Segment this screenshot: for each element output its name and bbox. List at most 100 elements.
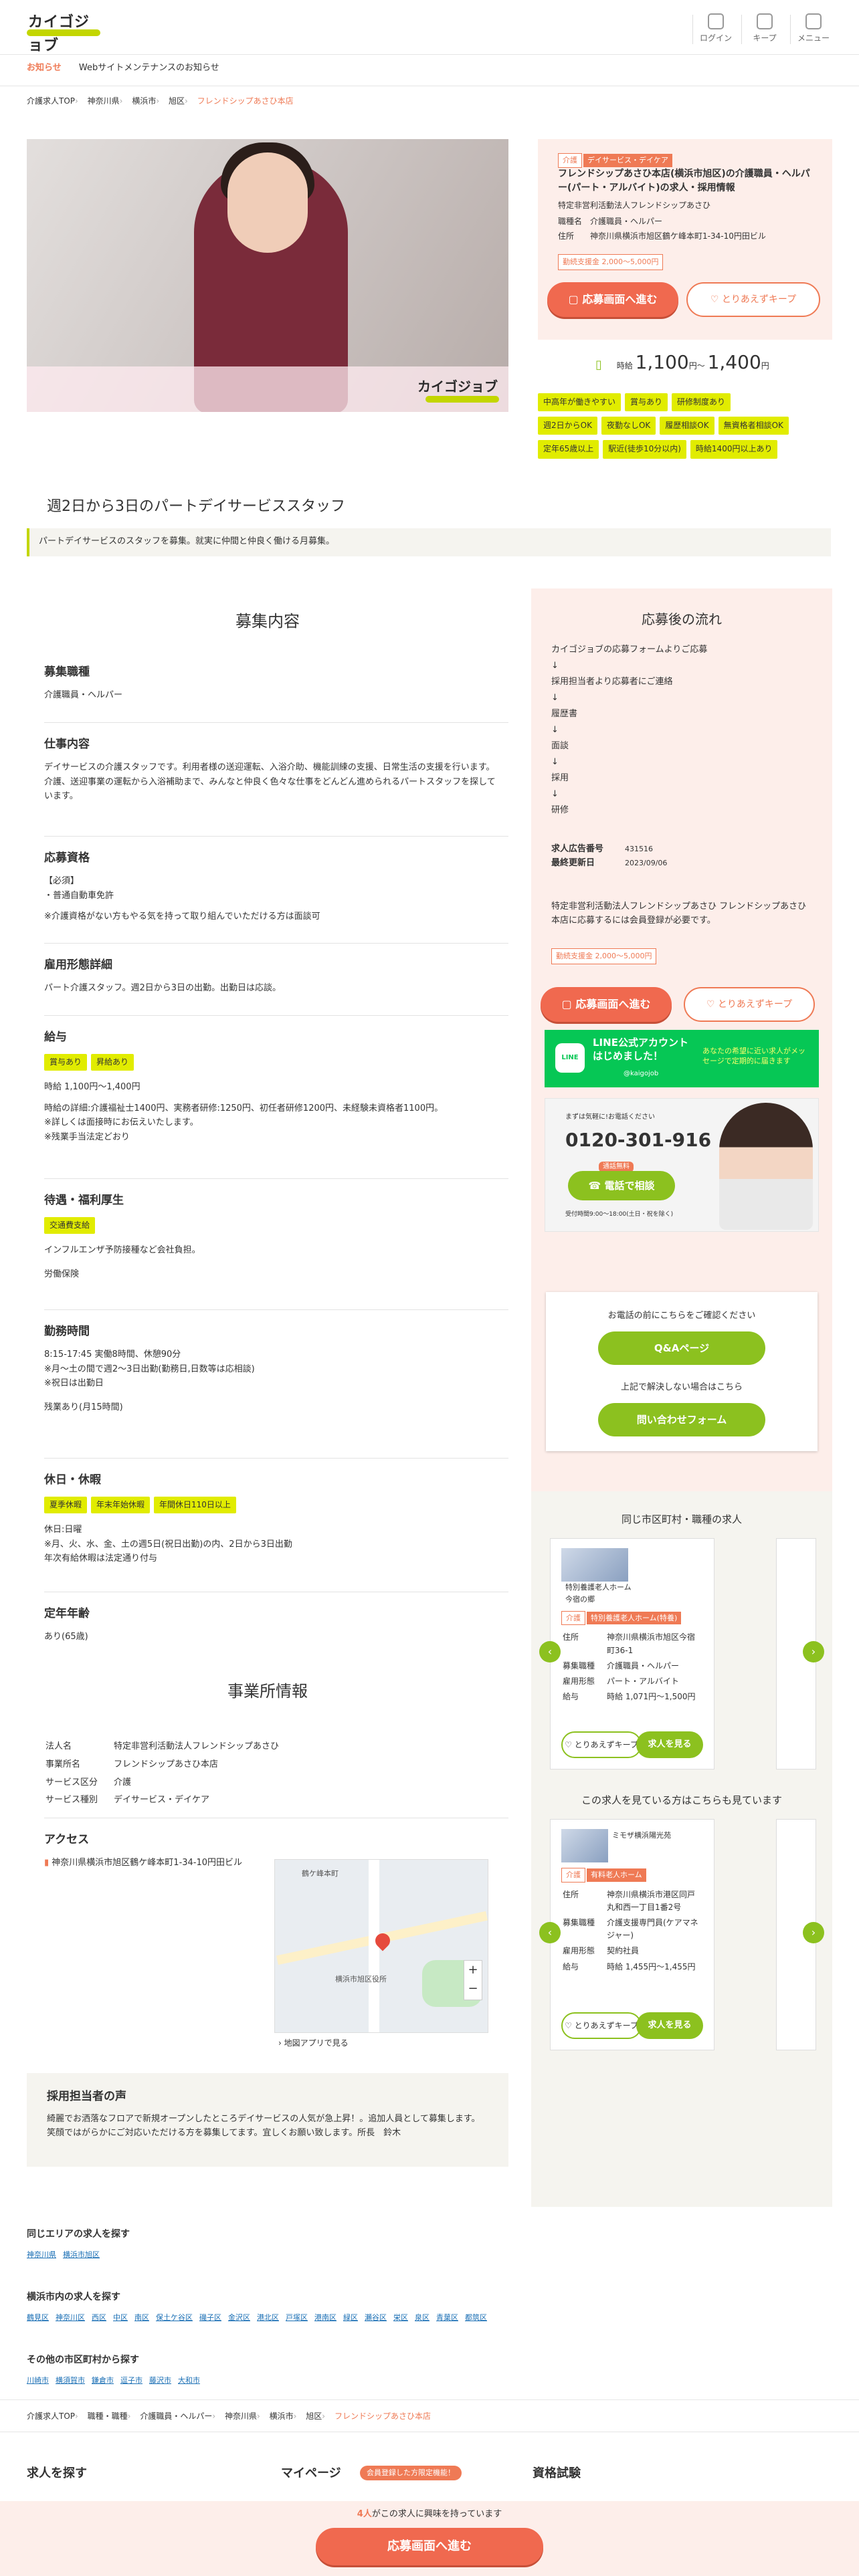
city-link[interactable]: 栄区 xyxy=(393,2313,408,2322)
city-link[interactable]: 港南区 xyxy=(314,2313,337,2322)
holiday-tag: 年間休日110日以上 xyxy=(154,1497,236,1514)
keep-job-button[interactable]: ♡ とりあえずキープ xyxy=(686,282,820,317)
city-link[interactable]: 南区 xyxy=(134,2313,149,2322)
city-link[interactable]: 神奈川区 xyxy=(56,2313,85,2322)
site-header: カイゴジョブ ログイン キープ メニュー xyxy=(0,0,859,55)
similar-job-card[interactable]: 特別養護老人ホーム 今宿の郷 介護 特別養護老人ホーム(特養) 住所 神奈川県横浜市… xyxy=(550,1538,714,1769)
crumb-current: フレンドシップあさひ本店 xyxy=(197,96,294,106)
right-column: 応募後の流れ カイゴジョブの応募フォームよりご応募 ↓ 採用担当者より応募者にご連絡… xyxy=(531,588,832,2207)
city-link[interactable]: 中区 xyxy=(113,2313,128,2322)
apply-button-2[interactable]: ▢ 応募画面へ進む xyxy=(541,987,672,1022)
card-keep-button[interactable]: ♡ とりあえずキープ xyxy=(561,2012,642,2039)
section-heading: 応募資格 xyxy=(44,851,90,865)
feature-tag: 夜勤なしOK xyxy=(601,417,656,435)
login-button[interactable]: ログイン xyxy=(692,13,739,45)
section-heading: 給与 xyxy=(44,1031,67,1044)
city-link[interactable]: 青葉区 xyxy=(436,2313,458,2322)
area-link[interactable]: 横浜市旭区 xyxy=(63,2250,100,2259)
menu-button[interactable]: メニュー xyxy=(790,13,837,45)
city-link[interactable]: 保土ケ谷区 xyxy=(156,2313,193,2322)
catch-title: 週2日から3日のパートデイサービススタッフ xyxy=(47,498,345,515)
line-banner[interactable]: LINE LINE公式アカウントはじめました！ @kaigojob あなたの希望… xyxy=(545,1030,819,1087)
crumb-pref[interactable]: 神奈川県 xyxy=(88,96,120,106)
city-link[interactable]: 都筑区 xyxy=(465,2313,487,2322)
facility-thumb xyxy=(561,1548,628,1582)
feature-tag: 定年65歳以上 xyxy=(538,440,599,459)
city-link[interactable]: 金沢区 xyxy=(228,2313,250,2322)
other-city-links: その他の市区町村から探す 川崎市 横須賀市 鎌倉市 逗子市 藤沢市 大和市 xyxy=(27,2355,200,2385)
city-link[interactable]: 磯子区 xyxy=(199,2313,221,2322)
prev-arrow-icon[interactable]: ‹ xyxy=(539,1922,561,1943)
other-link[interactable]: 鎌倉市 xyxy=(92,2376,114,2385)
keep-job-button-2[interactable]: ♡ とりあえずキープ xyxy=(684,987,815,1022)
register-note: 特定非営利活動法人フレンドシップあさひ フレンドシップあさひ本店に応募するには会… xyxy=(551,901,807,926)
crumb-link[interactable]: 介護求人TOP xyxy=(27,2411,75,2421)
section-text: ※介護資格がない方もやる気を持って取り組んでいただける方は面談可 xyxy=(44,911,320,922)
job-title: フレンドシップあさひ本店(横浜市旭区)の介護職員・ヘルパー(パート・アルバイト)… xyxy=(558,169,810,193)
section-heading: 仕事内容 xyxy=(44,738,90,751)
facility-thumb xyxy=(561,1829,608,1862)
crumb-current: フレンドシップあさひ本店 xyxy=(334,2411,431,2421)
section-text: デイサービスの介護スタッフです。利用者様の送迎運転、入浴介助、機能訓練の支援、日… xyxy=(44,762,495,773)
line-icon: LINE xyxy=(555,1043,585,1073)
feature-tags: 中高年が働きやすい 賞与あり 研修制度あり 週2日からOK 夜勤なしOK 履歴相談OK 無… xyxy=(538,393,832,464)
city-links: 横浜市内の求人を探す 鶴見区 神奈川区 西区 中区 南区 保土ケ谷区 磯子区 金沢区 港北区 戸塚… xyxy=(27,2292,487,2323)
hero-photo: カイゴジョブ xyxy=(27,139,508,412)
city-link[interactable]: 緑区 xyxy=(343,2313,358,2322)
tel-banner[interactable]: まずは気軽に!お電話ください 0120-301-916 通話無料 ☎ 電話で相談… xyxy=(545,1098,819,1232)
feature-tag: 中高年が働きやすい xyxy=(538,393,622,412)
prev-arrow-icon[interactable]: ‹ xyxy=(539,1641,561,1662)
crumb-ward[interactable]: 旭区 xyxy=(169,96,185,106)
access-map[interactable]: 鶴ケ峰本町 横浜市旭区役所 + − xyxy=(274,1859,488,2033)
sticky-apply-button[interactable]: 応募画面へ進む xyxy=(316,2528,543,2565)
card-view-button[interactable]: 求人を見る xyxy=(636,1731,703,1758)
crumb-link[interactable]: 神奈川県 xyxy=(225,2411,257,2421)
city-link[interactable]: 戸塚区 xyxy=(286,2313,308,2322)
other-link[interactable]: 藤沢市 xyxy=(149,2376,171,2385)
apply-button[interactable]: ▢ 応募画面へ進む xyxy=(547,282,678,317)
zoom-control[interactable]: + − xyxy=(464,1960,482,2000)
section-text: あり(65歳) xyxy=(44,1632,88,1642)
facility-name: ミモザ横浜陽光苑 xyxy=(612,1831,671,1840)
other-link[interactable]: 川崎市 xyxy=(27,2376,49,2385)
other-link[interactable]: 逗子市 xyxy=(120,2376,142,2385)
feature-tag: 研修制度あり xyxy=(672,393,731,412)
city-link[interactable]: 鶴見区 xyxy=(27,2313,49,2322)
crumb-city[interactable]: 横浜市 xyxy=(132,96,156,106)
section-heading: 勤務時間 xyxy=(44,1325,90,1338)
recruiter-voice: 採用担当者の声 綺麗でお洒落なフロアで新規オープンしたところデイサービスの人気が… xyxy=(27,2073,508,2167)
viewed-job-card[interactable]: ミモザ横浜陽光苑 介護 有料老人ホーム 住所 神奈川県横浜市港区同戸丸和西一丁目1番… xyxy=(550,1819,714,2050)
same-area-links: 同じエリアの求人を探す 神奈川県 横浜市旭区 xyxy=(27,2229,130,2260)
notice-link[interactable]: Webサイトメンテナンスのお知らせ xyxy=(79,63,219,73)
other-link[interactable]: 横須賀市 xyxy=(56,2376,85,2385)
keep-button[interactable]: キープ xyxy=(741,13,788,45)
other-link[interactable]: 大和市 xyxy=(178,2376,200,2385)
section-heading: 定年年齢 xyxy=(44,1607,90,1620)
crumb-top[interactable]: 介護求人TOP xyxy=(27,96,75,106)
city-link[interactable]: 泉区 xyxy=(415,2313,430,2322)
city-link[interactable]: 瀬谷区 xyxy=(365,2313,387,2322)
city-link[interactable]: 西区 xyxy=(92,2313,106,2322)
next-arrow-icon[interactable]: › xyxy=(803,1641,824,1662)
section-text: 時給 1,100円〜1,400円 xyxy=(44,1082,140,1093)
next-arrow-icon[interactable]: › xyxy=(803,1922,824,1943)
member-badge: 会員登録した方限定機能！ xyxy=(360,2466,462,2480)
crumb-link[interactable]: 横浜市 xyxy=(270,2411,294,2421)
call-button[interactable]: ☎ 電話で相談 xyxy=(568,1171,675,1200)
map-label: 横浜市旭区役所 xyxy=(335,1975,387,1983)
bottom-breadcrumb: 介護求人TOP› 職種・職種› 介護職員・ヘルパー› 神奈川県› 横浜市› 旭区… xyxy=(27,2411,431,2421)
wage: ▯ 時給 1,100円〜 1,400円 xyxy=(595,351,769,373)
site-logo[interactable]: カイゴジョブ xyxy=(27,9,100,54)
crumb-link[interactable]: 旭区 xyxy=(306,2411,322,2421)
city-link[interactable]: 港北区 xyxy=(257,2313,279,2322)
office-table: 法人名 特定非営利活動法人フレンドシップあさひ 事業所名 フレンドシップあさひ本店 … xyxy=(45,1741,280,1806)
qa-page-button[interactable]: Q&Aページ xyxy=(598,1331,765,1365)
map-app-link[interactable]: › 地図アプリで見る xyxy=(278,2037,349,2050)
crumb-link[interactable]: 職種・職種 xyxy=(88,2411,128,2421)
area-link[interactable]: 神奈川県 xyxy=(27,2250,56,2259)
access-address: 神奈川県横浜市旭区鶴ケ峰本町1-34-10円田ビル xyxy=(52,1858,243,1868)
contact-form-button[interactable]: 問い合わせフォーム xyxy=(598,1402,765,1436)
card-keep-button[interactable]: ♡ とりあえずキープ xyxy=(561,1731,642,1758)
crumb-link[interactable]: 介護職員・ヘルパー xyxy=(140,2411,212,2421)
card-view-button[interactable]: 求人を見る xyxy=(636,2012,703,2039)
